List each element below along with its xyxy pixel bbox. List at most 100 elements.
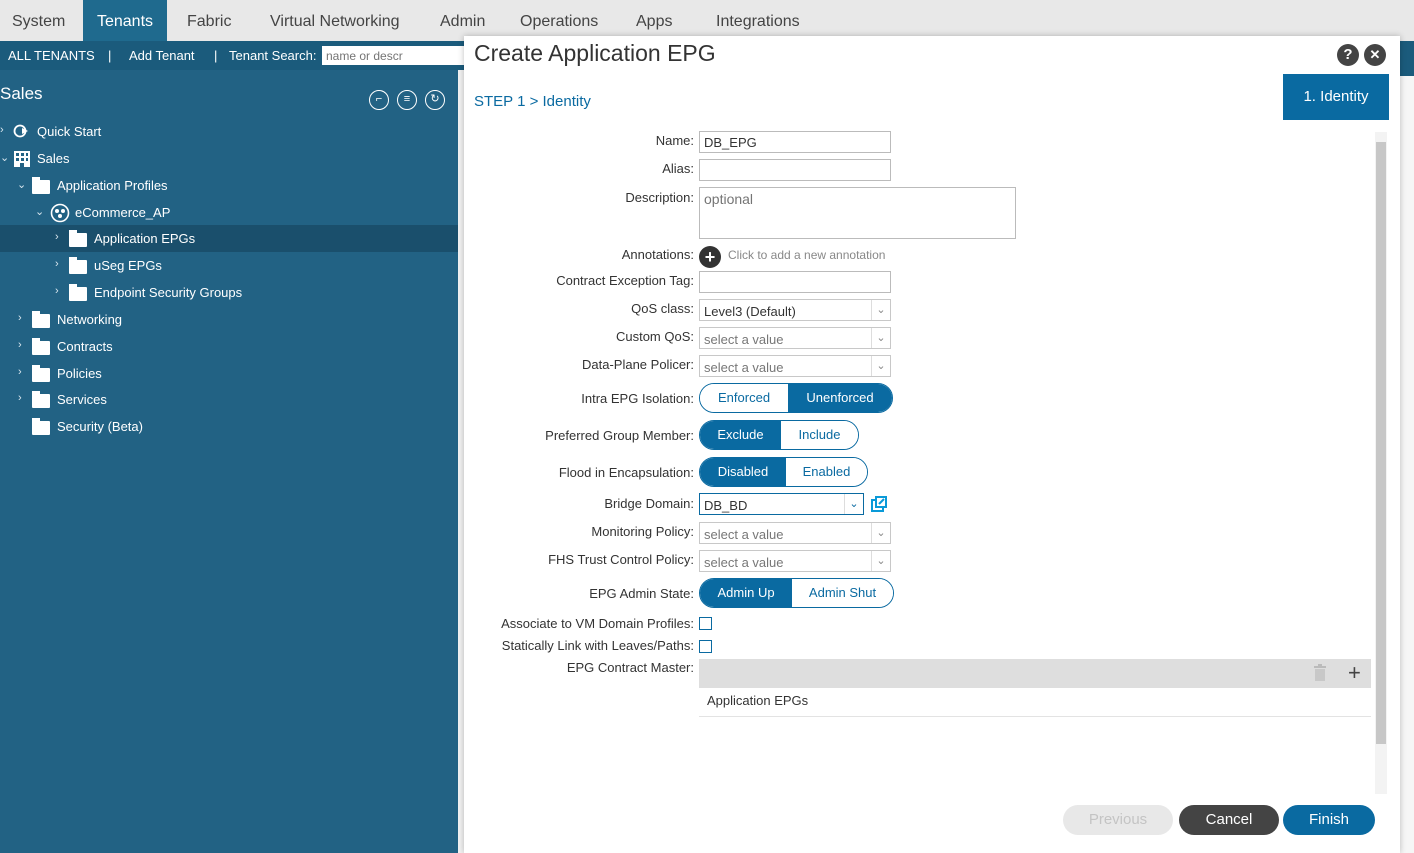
admin-shut-option[interactable]: Admin Shut: [792, 579, 893, 607]
associate-vm-domain-checkbox[interactable]: [699, 617, 712, 630]
contract-exception-tag-label: Contract Exception Tag:: [556, 273, 694, 288]
tree-item-label: Application Profiles: [57, 178, 168, 193]
bridge-domain-value: DB_BD: [704, 498, 748, 513]
finish-button[interactable]: Finish: [1283, 805, 1375, 835]
tab-integrations[interactable]: Integrations: [716, 0, 800, 41]
chevron-down-icon[interactable]: ⌄: [871, 300, 890, 320]
flood-disabled-option[interactable]: Disabled: [700, 458, 786, 486]
folder-icon: [32, 338, 50, 355]
contract-exception-tag-input[interactable]: [699, 271, 891, 293]
chevron-down-icon[interactable]: ⌄: [871, 523, 890, 543]
fhs-trust-control-policy-select[interactable]: select a value ⌄: [699, 550, 891, 572]
folder-icon: [32, 391, 50, 408]
static-link-checkbox[interactable]: [699, 640, 712, 653]
sidebar-list-icon[interactable]: ≡: [397, 90, 417, 110]
monitoring-policy-value: select a value: [704, 527, 784, 542]
preferred-include-option[interactable]: Include: [780, 421, 858, 449]
data-plane-policer-select[interactable]: select a value ⌄: [699, 355, 891, 377]
chevron-down-icon[interactable]: ⌄: [0, 151, 9, 164]
monitoring-policy-select[interactable]: select a value ⌄: [699, 522, 891, 544]
close-icon[interactable]: ✕: [1364, 44, 1386, 66]
chevron-right-icon[interactable]: ›: [18, 392, 22, 404]
chevron-right-icon[interactable]: ›: [18, 339, 22, 351]
data-plane-policer-label: Data-Plane Policer:: [582, 357, 694, 372]
chevron-down-icon[interactable]: ⌄: [871, 356, 890, 376]
scrollbar-thumb[interactable]: [1376, 142, 1386, 744]
tree-item-label: Security (Beta): [57, 419, 143, 434]
tab-tenants[interactable]: Tenants: [83, 0, 167, 41]
folder-icon: [69, 284, 87, 301]
tree-item-ecommerce-ap[interactable]: ⌄ eCommerce_AP: [0, 199, 458, 226]
chevron-right-icon[interactable]: ›: [0, 124, 4, 136]
chevron-right-icon[interactable]: ›: [55, 258, 59, 270]
static-link-label: Statically Link with Leaves/Paths:: [501, 638, 694, 653]
open-link-icon[interactable]: [871, 496, 887, 512]
chevron-right-icon[interactable]: ›: [18, 366, 22, 378]
previous-button[interactable]: Previous: [1063, 805, 1173, 835]
chevron-down-icon[interactable]: ⌄: [871, 328, 890, 348]
sidebar-toolbar-icon-1[interactable]: ⌐: [369, 90, 389, 110]
cancel-button[interactable]: Cancel: [1179, 805, 1279, 835]
tree-item-application-profiles[interactable]: ⌄ Application Profiles: [0, 172, 458, 199]
tree-item-application-epgs[interactable]: › Application EPGs: [0, 225, 458, 252]
isolation-enforced-option[interactable]: Enforced: [700, 384, 789, 412]
dialog-scrollbar[interactable]: [1375, 132, 1387, 794]
tree-item-contracts[interactable]: › Contracts: [0, 333, 458, 360]
chevron-right-icon[interactable]: ›: [55, 285, 59, 297]
epg-contract-master-label: EPG Contract Master:: [566, 660, 694, 675]
bridge-domain-select[interactable]: DB_BD ⌄: [699, 493, 864, 515]
qos-class-select[interactable]: Level3 (Default) ⌄: [699, 299, 891, 321]
help-icon[interactable]: ?: [1337, 44, 1359, 66]
chevron-down-icon[interactable]: ⌄: [844, 494, 863, 514]
tab-apps[interactable]: Apps: [636, 0, 672, 41]
tab-system[interactable]: System: [12, 0, 65, 41]
chevron-down-icon[interactable]: ⌄: [17, 178, 26, 191]
trash-icon[interactable]: [1313, 664, 1329, 682]
dialog-title: Create Application EPG: [474, 40, 716, 66]
tree-item-label: Services: [57, 392, 107, 407]
refresh-icon[interactable]: ↻: [425, 90, 445, 110]
chevron-right-icon[interactable]: ›: [55, 231, 59, 243]
tree-item-label: uSeg EPGs: [94, 258, 162, 273]
isolation-unenforced-option[interactable]: Unenforced: [788, 384, 892, 412]
add-tenant-link[interactable]: Add Tenant: [129, 48, 195, 63]
fhs-trust-control-policy-label: FHS Trust Control Policy:: [548, 552, 694, 567]
chevron-down-icon[interactable]: ⌄: [871, 551, 890, 571]
contract-master-toolbar: +: [699, 659, 1371, 688]
alias-label: Alias:: [662, 161, 694, 176]
tree-item-networking[interactable]: › Networking: [0, 306, 458, 333]
preferred-group-member-label: Preferred Group Member:: [545, 428, 694, 443]
tree-item-useg-epgs[interactable]: › uSeg EPGs: [0, 252, 458, 279]
admin-up-option[interactable]: Admin Up: [700, 579, 793, 607]
tree-item-services[interactable]: › Services: [0, 386, 458, 413]
tenant-search-label: Tenant Search:: [229, 48, 317, 63]
flood-enabled-option[interactable]: Enabled: [785, 458, 867, 486]
tree-item-quick-start[interactable]: › Quick Start: [0, 118, 458, 145]
tree-item-label: eCommerce_AP: [75, 205, 171, 220]
alias-input[interactable]: [699, 159, 891, 181]
preferred-exclude-option[interactable]: Exclude: [700, 421, 781, 449]
description-textarea[interactable]: [699, 187, 1016, 239]
tree-item-endpoint-security-groups[interactable]: › Endpoint Security Groups: [0, 279, 458, 306]
tree-item-policies[interactable]: › Policies: [0, 360, 458, 387]
tab-fabric[interactable]: Fabric: [187, 0, 231, 41]
quick-start-icon: [13, 124, 31, 138]
custom-qos-value: select a value: [704, 332, 784, 347]
folder-icon: [32, 311, 50, 328]
tab-virtual-networking[interactable]: Virtual Networking: [270, 0, 400, 41]
chevron-right-icon[interactable]: ›: [18, 312, 22, 324]
chevron-down-icon[interactable]: ⌄: [35, 205, 44, 218]
all-tenants-link[interactable]: ALL TENANTS: [8, 48, 95, 63]
name-input[interactable]: [699, 131, 891, 153]
tab-admin[interactable]: Admin: [440, 0, 485, 41]
annotation-hint[interactable]: Click to add a new annotation: [728, 248, 885, 262]
add-annotation-button[interactable]: +: [699, 246, 721, 268]
intra-epg-isolation-label: Intra EPG Isolation:: [581, 391, 694, 406]
custom-qos-select[interactable]: select a value ⌄: [699, 327, 891, 349]
tree-item-sales[interactable]: ⌄ Sales: [0, 145, 458, 172]
tenant-search-input[interactable]: [322, 46, 482, 65]
add-icon[interactable]: +: [1348, 660, 1361, 686]
tree-item-security-beta[interactable]: Security (Beta): [0, 413, 458, 440]
monitoring-policy-label: Monitoring Policy:: [591, 524, 694, 539]
tab-operations[interactable]: Operations: [520, 0, 598, 41]
